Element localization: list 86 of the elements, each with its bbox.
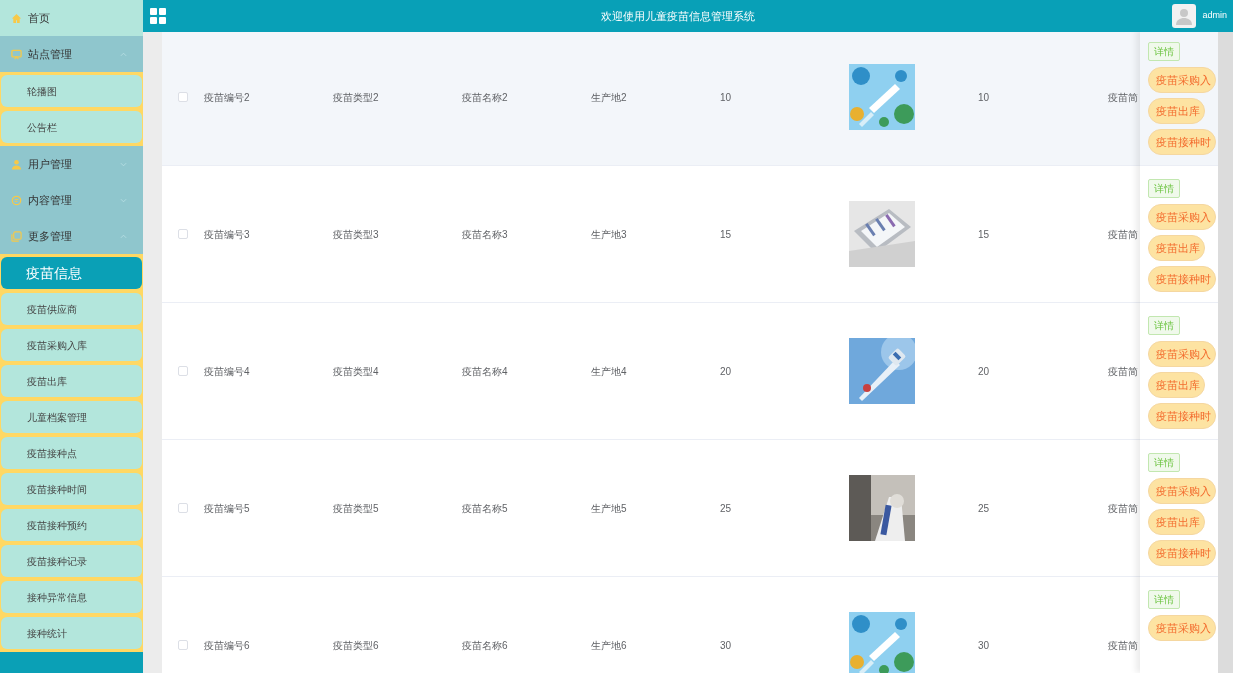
chat-icon (11, 194, 22, 206)
username[interactable]: admin (1202, 9, 1227, 23)
menu-item[interactable]: 站点管理 (0, 36, 143, 72)
menu-item[interactable]: 内容管理 (0, 182, 143, 218)
menu-item[interactable]: 更多管理 (0, 218, 143, 254)
submenu-item[interactable]: 接种异常信息 (1, 581, 142, 613)
checkbox[interactable] (178, 229, 188, 239)
avatar-icon[interactable] (1172, 4, 1197, 28)
user-icon (11, 158, 22, 170)
checkbox[interactable] (178, 640, 188, 650)
detail-button[interactable]: 详情 (1148, 316, 1180, 335)
submenu-item[interactable]: 疫苗出库 (1, 365, 142, 397)
table-cell: 疫苗名称4 (462, 365, 508, 377)
monitor-icon (11, 48, 22, 60)
checkbox[interactable] (178, 366, 188, 376)
table-cell: 疫苗类型6 (333, 639, 379, 651)
table-cell: 疫苗类型3 (333, 228, 379, 240)
checkbox[interactable] (178, 503, 188, 513)
table-cell: 疫苗编号6 (204, 639, 250, 651)
table-cell: 生产地6 (591, 639, 627, 651)
table-cell: 生产地4 (591, 365, 627, 377)
table-cell: 20 (720, 365, 732, 377)
table-cell: 疫苗简 (1108, 365, 1138, 377)
submenu-item[interactable]: 疫苗接种记录 (1, 545, 142, 577)
detail-button[interactable]: 详情 (1148, 42, 1180, 61)
action-button[interactable]: 疫苗出库 (1148, 98, 1205, 124)
action-button[interactable]: 疫苗采购入 (1148, 478, 1216, 504)
submenu-item[interactable]: 儿童档案管理 (1, 401, 142, 433)
submenu-item[interactable]: 接种统计 (1, 617, 142, 649)
table-cell: 疫苗简 (1108, 639, 1138, 651)
table-cell: 25 (720, 502, 732, 514)
menu-item[interactable]: 首页 (0, 0, 143, 36)
table-cell: 疫苗类型2 (333, 91, 379, 103)
app-title: 欢迎使用儿童疫苗信息管理系统 (600, 8, 756, 24)
table-cell: 疫苗名称5 (462, 502, 508, 514)
action-button[interactable]: 疫苗出库 (1148, 509, 1205, 535)
action-button[interactable]: 疫苗采购入 (1148, 67, 1216, 93)
table-cell: 疫苗类型4 (333, 365, 379, 377)
submenu-item[interactable]: 疫苗供应商 (1, 293, 142, 325)
table-cell: 疫苗编号2 (204, 91, 250, 103)
table-cell: 疫苗名称3 (462, 228, 508, 240)
table-cell: 疫苗简 (1108, 502, 1138, 514)
table-cell: 30 (720, 639, 732, 651)
submenu-item[interactable]: 轮播图 (1, 75, 142, 107)
submenu-item[interactable]: 疫苗采购入库 (1, 329, 142, 361)
table-cell: 10 (978, 91, 990, 103)
action-button[interactable]: 疫苗出库 (1148, 235, 1205, 261)
grid-icon[interactable] (150, 8, 166, 24)
table-cell: 疫苗类型5 (333, 502, 379, 514)
detail-button[interactable]: 详情 (1148, 179, 1180, 198)
table-cell: 疫苗名称2 (462, 91, 508, 103)
checkbox[interactable] (178, 92, 188, 102)
table-cell: 10 (720, 91, 732, 103)
detail-button[interactable]: 详情 (1148, 453, 1180, 472)
menu-item[interactable]: 用户管理 (0, 146, 143, 182)
table-cell: 生产地5 (591, 502, 627, 514)
table-cell: 疫苗简 (1108, 228, 1138, 240)
table-cell: 15 (978, 228, 990, 240)
table-cell: 20 (978, 365, 990, 377)
action-button[interactable]: 疫苗采购入 (1148, 204, 1216, 230)
action-button[interactable]: 疫苗出库 (1148, 372, 1205, 398)
action-button[interactable]: 疫苗接种时 (1148, 540, 1216, 566)
scrollbar[interactable] (1218, 32, 1233, 673)
table-cell: 疫苗编号3 (204, 228, 250, 240)
action-button[interactable]: 疫苗接种时 (1148, 403, 1216, 429)
table-cell: 25 (978, 502, 990, 514)
submenu-item[interactable]: 疫苗接种预约 (1, 509, 142, 541)
home-icon (11, 12, 22, 24)
action-button[interactable]: 疫苗采购入 (1148, 615, 1216, 641)
table-cell: 15 (720, 228, 732, 240)
table-cell: 疫苗编号4 (204, 365, 250, 377)
table-cell: 30 (978, 639, 990, 651)
action-button[interactable]: 疫苗采购入 (1148, 341, 1216, 367)
table-cell: 疫苗简 (1108, 91, 1138, 103)
action-button[interactable]: 疫苗接种时 (1148, 266, 1216, 292)
table-cell: 疫苗编号5 (204, 502, 250, 514)
action-button[interactable]: 疫苗接种时 (1148, 129, 1216, 155)
table-cell: 疫苗名称6 (462, 639, 508, 651)
submenu-item[interactable]: 疫苗接种时间 (1, 473, 142, 505)
table-cell: 生产地2 (591, 91, 627, 103)
table-cell: 生产地3 (591, 228, 627, 240)
submenu-item[interactable]: 疫苗接种点 (1, 437, 142, 469)
detail-button[interactable]: 详情 (1148, 590, 1180, 609)
submenu-item[interactable]: 疫苗信息 (1, 257, 142, 289)
submenu-item[interactable]: 公告栏 (1, 111, 142, 143)
copy-icon (11, 230, 22, 242)
